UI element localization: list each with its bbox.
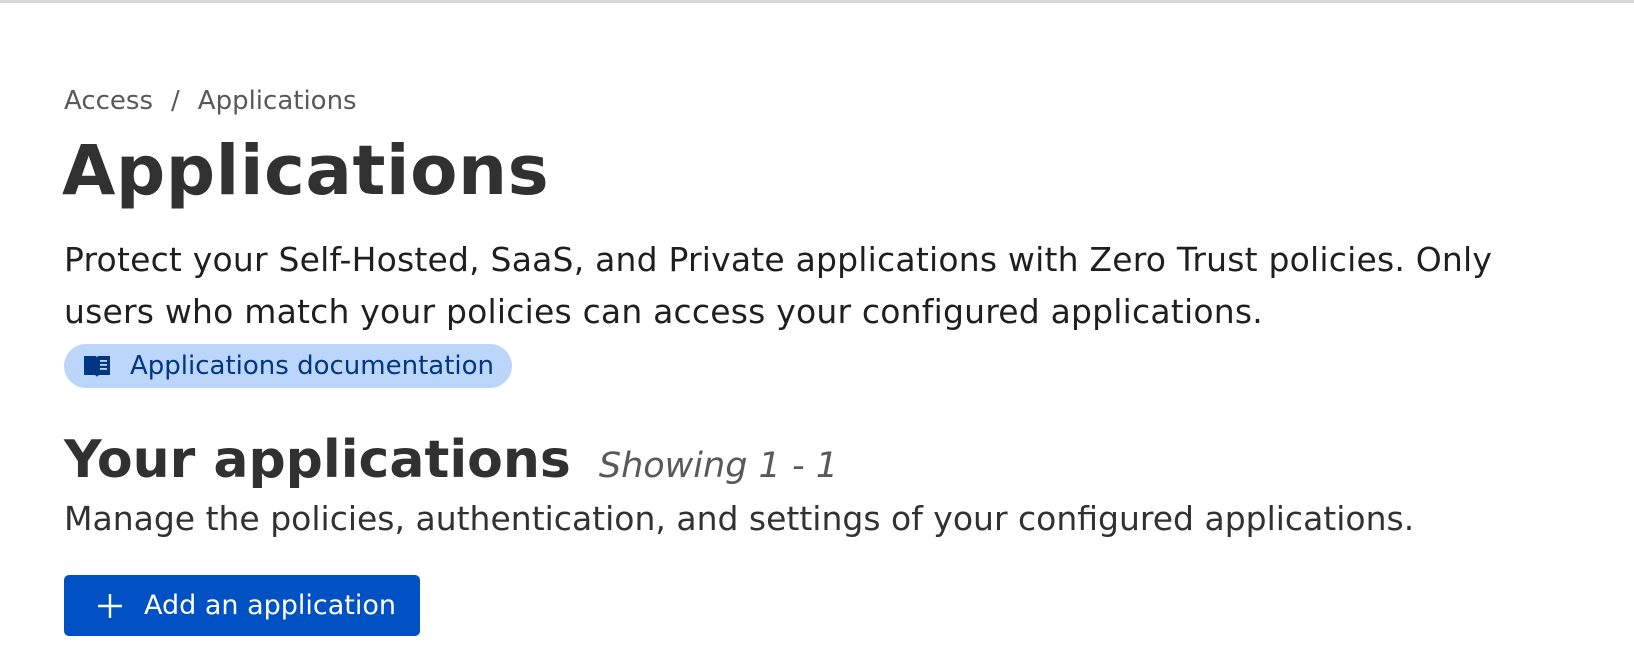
add-application-label: Add an application (144, 590, 397, 621)
page-title: Applications (62, 131, 550, 211)
applications-documentation-link[interactable]: Applications documentation (64, 344, 512, 388)
documentation-link-label: Applications documentation (130, 351, 494, 381)
book-icon (82, 353, 112, 379)
top-divider (0, 0, 1634, 3)
section-description: Manage the policies, authentication, and… (64, 499, 1415, 538)
breadcrumb-item-applications[interactable]: Applications (198, 86, 357, 116)
results-count: Showing 1 - 1 (598, 446, 838, 486)
section-title: Your applications (64, 430, 571, 490)
breadcrumb: Access / Applications (64, 84, 357, 118)
breadcrumb-separator: / (171, 86, 180, 116)
page-description: Protect your Self-Hosted, SaaS, and Priv… (64, 240, 1493, 331)
your-applications-heading: Your applications Showing 1 - 1 (64, 428, 838, 492)
plus-icon (96, 592, 124, 620)
add-application-button[interactable]: Add an application (64, 575, 420, 636)
breadcrumb-item-access[interactable]: Access (64, 86, 153, 116)
